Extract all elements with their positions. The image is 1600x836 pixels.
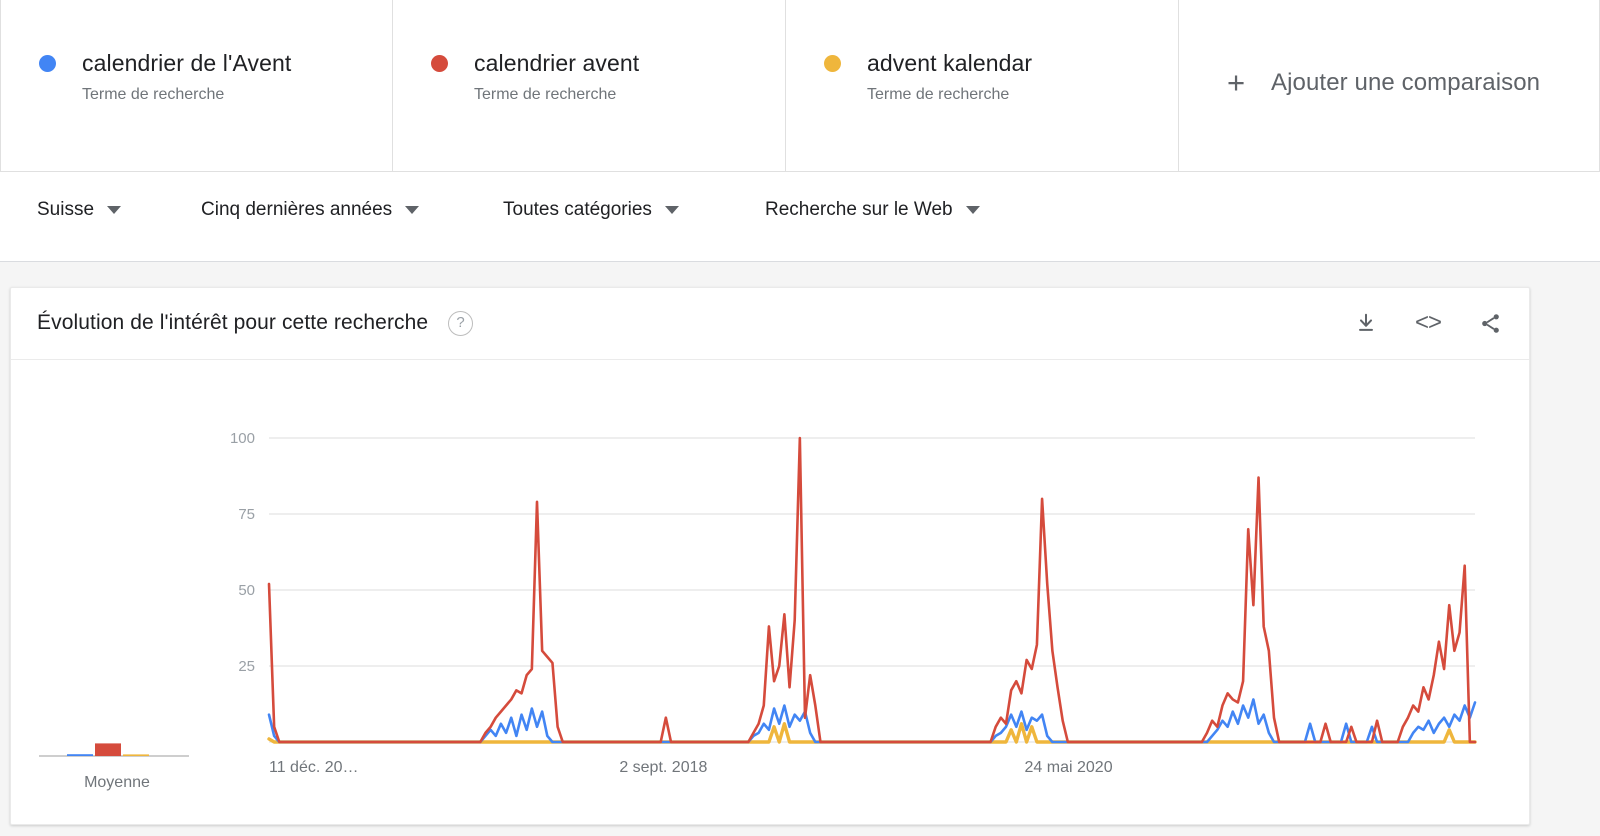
filter-search-type-value: Recherche sur le Web (765, 199, 953, 220)
series-line-2 (267, 722, 1477, 744)
svg-text:2 sept. 2018: 2 sept. 2018 (619, 759, 707, 776)
trends-line-chart[interactable]: 25 50 75 100 11 déc. 20… 2 sept. 2018 24 mai 2… (207, 420, 1507, 790)
download-button[interactable] (1349, 306, 1383, 340)
google-trends-page: calendrier de l'Avent Terme de recherche… (0, 0, 1600, 836)
term-card-2[interactable]: advent kalendar Terme de recherche (786, 0, 1179, 171)
interest-over-time-card: Évolution de l'intérêt pour cette recher… (10, 287, 1530, 825)
filter-region[interactable]: Suisse (37, 198, 122, 222)
chart-body: Moyenne 25 50 75 100 11 déc. 20… 2 sept. 2018… (11, 360, 1529, 825)
comparison-terms-row: calendrier de l'Avent Terme de recherche… (0, 0, 1600, 172)
filter-time-range[interactable]: Cinq dernières années (201, 198, 420, 222)
share-button[interactable] (1473, 306, 1507, 340)
term-label-2: advent kalendar (867, 50, 1033, 76)
filter-category-value: Toutes catégories (503, 199, 652, 220)
term-head-0: calendrier de l'Avent (39, 50, 392, 77)
filter-time-range-value: Cinq dernières années (201, 199, 393, 220)
chevron-down-icon (664, 206, 679, 214)
series-line-0 (267, 698, 1477, 744)
average-bar-chart (39, 743, 189, 757)
chevron-down-icon (965, 206, 980, 214)
term-sublabel-0: Terme de recherche (82, 86, 225, 103)
series-color-dot-icon (39, 55, 56, 72)
add-comparison-button[interactable]: + Ajouter une comparaison (1179, 0, 1600, 171)
add-comparison-label: Ajouter une comparaison (1271, 69, 1541, 96)
term-head-1: calendrier avent (431, 50, 785, 77)
embed-icon: <> (1414, 309, 1442, 336)
svg-text:25: 25 (238, 658, 255, 675)
term-card-1[interactable]: calendrier avent Terme de recherche (393, 0, 786, 171)
svg-text:50: 50 (238, 582, 255, 599)
embed-button[interactable]: <> (1411, 306, 1445, 340)
term-card-0[interactable]: calendrier de l'Avent Terme de recherche (0, 0, 393, 171)
term-sublabel-2: Terme de recherche (867, 86, 1010, 103)
series-color-dot-icon (824, 55, 841, 72)
average-panel: Moyenne (37, 462, 197, 792)
page-title: Évolution de l'intérêt pour cette recher… (37, 311, 429, 334)
help-icon[interactable]: ? (448, 311, 473, 336)
chevron-down-icon (405, 206, 420, 214)
svg-text:75: 75 (238, 506, 255, 523)
download-icon (1359, 313, 1373, 331)
plus-icon: + (1227, 65, 1246, 100)
filter-search-type[interactable]: Recherche sur le Web (765, 198, 980, 222)
filter-bar: Suisse Cinq dernières années Toutes caté… (0, 172, 1600, 262)
average-label: Moyenne (84, 774, 150, 791)
chart-card-actions: <> (1349, 306, 1507, 340)
share-icon (1481, 313, 1499, 333)
term-head-2: advent kalendar (824, 50, 1178, 77)
chart-card-header: Évolution de l'intérêt pour cette recher… (11, 288, 1529, 360)
svg-text:24 mai 2020: 24 mai 2020 (1025, 759, 1113, 776)
chevron-down-icon (107, 206, 122, 214)
term-label-0: calendrier de l'Avent (82, 50, 292, 76)
trends-line-chart-svg: 25 50 75 100 11 déc. 20… 2 sept. 2018 24 mai 2… (230, 430, 1477, 776)
filter-category[interactable]: Toutes catégories (503, 198, 679, 222)
svg-text:11 déc. 20…: 11 déc. 20… (269, 759, 359, 776)
series-color-dot-icon (431, 55, 448, 72)
filter-region-value: Suisse (37, 199, 95, 220)
svg-text:100: 100 (230, 430, 255, 447)
term-label-1: calendrier avent (474, 50, 640, 76)
term-sublabel-1: Terme de recherche (474, 86, 617, 103)
